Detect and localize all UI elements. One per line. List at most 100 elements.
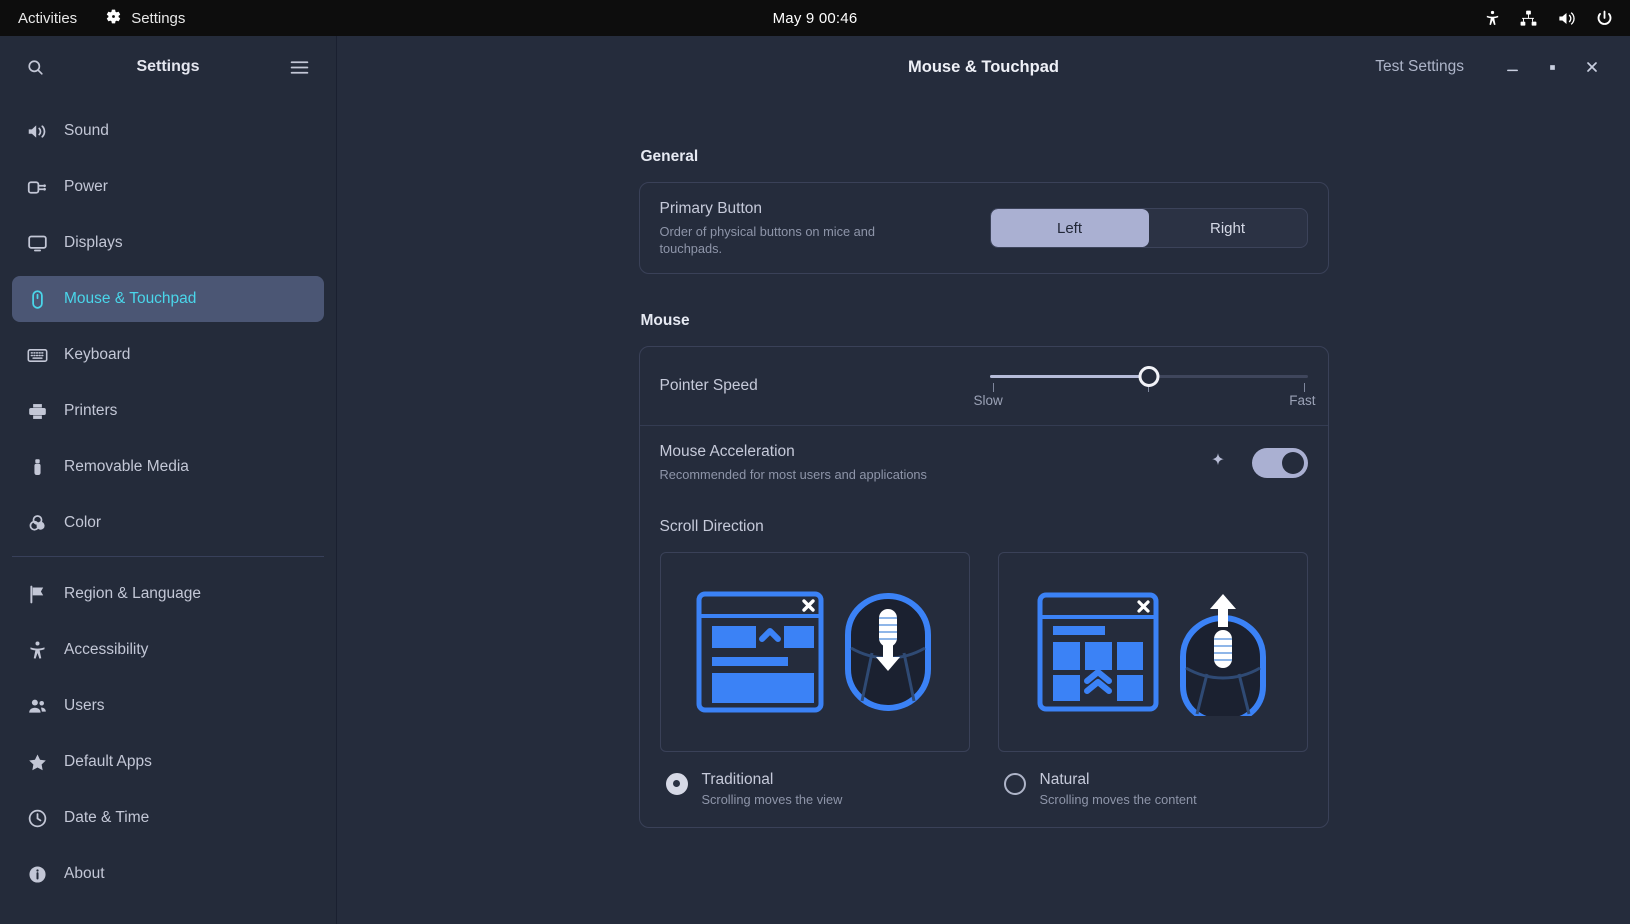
natural-text-group: Natural Scrolling moves the content xyxy=(1040,770,1197,807)
natural-radio[interactable] xyxy=(1003,772,1026,795)
sidebar-item-color[interactable]: Color xyxy=(12,500,324,546)
minimize-icon[interactable] xyxy=(1492,47,1532,87)
color-circles-icon xyxy=(26,512,48,534)
traditional-illustration xyxy=(659,551,970,752)
mouse-card: Pointer Speed Slow Fast Mouse Accelerati… xyxy=(638,346,1329,828)
sidebar: Settings Sound Power Displays Mouse & Touch… xyxy=(0,36,337,924)
hamburger-menu-icon[interactable] xyxy=(282,50,316,84)
sidebar-item-default-apps[interactable]: Default Apps xyxy=(12,739,324,785)
sidebar-header: Settings xyxy=(0,36,336,98)
traditional-label: Traditional xyxy=(701,770,774,788)
mouse-scroll-down-icon xyxy=(844,592,931,711)
system-indicators[interactable] xyxy=(1484,0,1614,36)
header-bar: Mouse & Touchpad Test Settings xyxy=(337,36,1630,98)
scroll-direction-title: Scroll Direction xyxy=(659,517,764,535)
sidebar-item-label: Default Apps xyxy=(64,753,152,770)
traditional-radio-line[interactable]: Traditional Scrolling moves the view xyxy=(660,770,970,807)
sidebar-item-label: Power xyxy=(64,178,108,195)
natural-radio-line[interactable]: Natural Scrolling moves the content xyxy=(998,770,1308,807)
mouse-acceleration-toggle[interactable] xyxy=(1251,448,1308,479)
app-menu-button[interactable]: Settings xyxy=(91,0,199,36)
sidebar-item-label: Sound xyxy=(64,122,109,139)
primary-button-option-right[interactable]: Right xyxy=(1149,209,1307,247)
slider-tick-max xyxy=(1303,383,1305,393)
window-scrollbar-icon xyxy=(696,591,823,713)
test-settings-label[interactable]: Test Settings xyxy=(1375,58,1464,76)
scroll-option-traditional[interactable]: Traditional Scrolling moves the view xyxy=(659,551,970,807)
sidebar-item-label: Color xyxy=(64,514,102,531)
general-card: Primary Button Order of physical buttons… xyxy=(638,182,1329,275)
natural-label: Natural xyxy=(1039,770,1090,788)
sidebar-item-sound[interactable]: Sound xyxy=(12,108,324,154)
sidebar-item-removable-media[interactable]: Removable Media xyxy=(12,444,324,490)
sidebar-item-label: Removable Media xyxy=(64,458,189,475)
gear-icon xyxy=(105,8,122,29)
natural-subtitle: Scrolling moves the content xyxy=(1039,791,1197,807)
slider-handle[interactable] xyxy=(1138,366,1159,388)
sidebar-item-date-time[interactable]: Date & Time xyxy=(12,795,324,841)
sidebar-item-region-language[interactable]: Region & Language xyxy=(12,571,324,617)
window-controls-group: Test Settings xyxy=(1375,36,1612,98)
settings-content: General Primary Button Order of physical… xyxy=(337,98,1630,924)
sidebar-item-users[interactable]: Users xyxy=(12,683,324,729)
search-icon[interactable] xyxy=(18,50,52,84)
monitor-icon xyxy=(26,232,48,254)
flag-icon xyxy=(26,583,48,605)
pointer-speed-labels: Pointer Speed xyxy=(660,376,990,397)
sidebar-item-printers[interactable]: Printers xyxy=(12,388,324,434)
usb-drive-icon xyxy=(26,456,48,478)
accessibility-icon[interactable] xyxy=(1484,9,1501,28)
scroll-option-natural[interactable]: Natural Scrolling moves the content xyxy=(997,551,1308,807)
sidebar-item-mouse-touchpad[interactable]: Mouse & Touchpad xyxy=(12,276,324,322)
traditional-text-group: Traditional Scrolling moves the view xyxy=(702,770,843,807)
sidebar-item-label: Keyboard xyxy=(64,346,131,363)
settings-window: Settings Sound Power Displays Mouse & Touch… xyxy=(0,36,1630,924)
mouse-icon xyxy=(26,288,48,310)
sidebar-nav-list: Sound Power Displays Mouse & Touchpad Keyboa… xyxy=(0,98,336,907)
sidebar-item-displays[interactable]: Displays xyxy=(12,220,324,266)
users-icon xyxy=(26,695,48,717)
traditional-subtitle: Scrolling moves the view xyxy=(701,791,843,807)
activities-button[interactable]: Activities xyxy=(0,0,91,36)
clock-label[interactable]: May 9 00:46 xyxy=(0,10,1630,27)
speaker-icon xyxy=(26,120,48,142)
pointer-speed-slider[interactable]: Slow Fast xyxy=(974,363,1316,409)
primary-button-subtitle: Order of physical buttons on mice and to… xyxy=(659,223,876,257)
power-icon[interactable] xyxy=(1595,9,1614,28)
activities-label: Activities xyxy=(18,9,78,27)
network-icon[interactable] xyxy=(1519,9,1538,28)
sidebar-item-about[interactable]: About xyxy=(12,851,324,897)
sidebar-item-keyboard[interactable]: Keyboard xyxy=(12,332,324,378)
volume-icon[interactable] xyxy=(1556,9,1577,28)
app-menu-label: Settings xyxy=(131,9,186,27)
star-icon xyxy=(26,751,48,773)
sidebar-item-power[interactable]: Power xyxy=(12,164,324,210)
maximize-icon[interactable] xyxy=(1532,47,1572,87)
primary-button-segmented-control[interactable]: Left Right xyxy=(989,208,1308,249)
gnome-top-bar: Activities Settings May 9 00:46 xyxy=(0,0,1630,36)
pointer-speed-row: Pointer Speed Slow Fast xyxy=(640,347,1328,425)
mouse-acceleration-controls xyxy=(1208,448,1308,479)
primary-button-title: Primary Button xyxy=(659,200,763,217)
primary-button-option-left[interactable]: Left xyxy=(990,209,1149,248)
info-icon xyxy=(26,863,48,885)
sidebar-item-label: Printers xyxy=(64,402,118,419)
sidebar-item-accessibility[interactable]: Accessibility xyxy=(12,627,324,673)
sidebar-separator xyxy=(12,556,324,557)
mouse-acceleration-subtitle: Recommended for most users and applicati… xyxy=(659,467,927,483)
slider-tick-min xyxy=(992,383,994,393)
sparkle-icon xyxy=(1208,451,1228,476)
primary-button-row: Primary Button Order of physical buttons… xyxy=(640,183,1328,273)
sidebar-item-label: Region & Language xyxy=(64,585,202,602)
sidebar-item-label: About xyxy=(64,865,105,882)
slider-min-label: Slow xyxy=(973,393,1003,409)
top-bar-left-group: Activities Settings xyxy=(0,0,199,36)
mouse-scroll-up-icon xyxy=(1179,593,1266,716)
mouse-acceleration-labels: Mouse Acceleration Recommended for most … xyxy=(660,442,1080,483)
sidebar-item-label: Users xyxy=(64,697,105,714)
natural-illustration xyxy=(997,551,1308,752)
close-icon[interactable] xyxy=(1572,47,1612,87)
scroll-direction-block: Scroll Direction Traditional Scrolling m… xyxy=(640,500,1328,827)
slider-track-fill xyxy=(989,375,1149,379)
traditional-radio[interactable] xyxy=(665,772,688,795)
